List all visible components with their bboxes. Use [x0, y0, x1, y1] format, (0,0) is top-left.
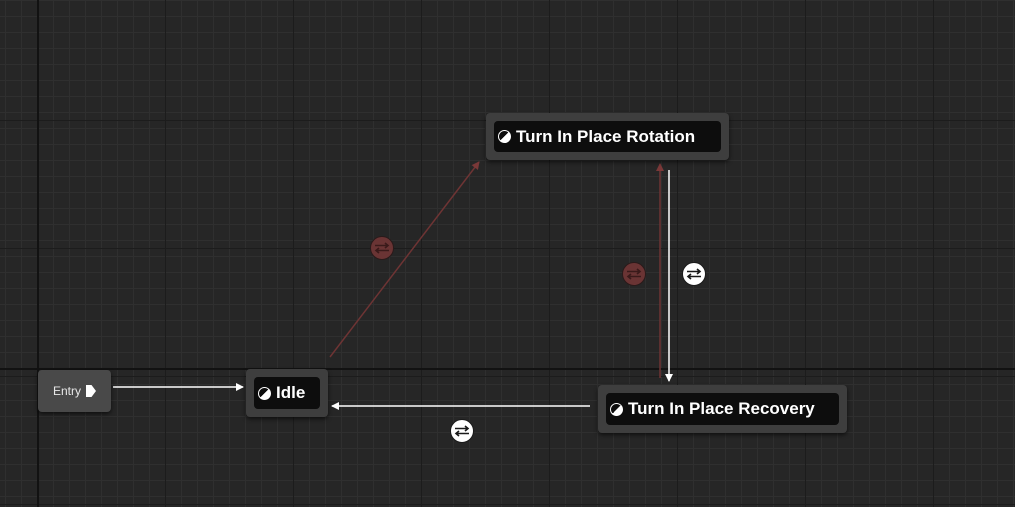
transition-wires [113, 161, 673, 410]
state-label: Turn In Place Rotation [516, 126, 696, 146]
transition-icon-recovery-to-rotation[interactable] [622, 262, 646, 286]
state-label: Turn In Place Recovery [628, 399, 815, 418]
entry-label: Entry [52, 384, 81, 398]
state-node-recovery-title: Turn In Place Recovery [606, 393, 839, 425]
entry-node[interactable]: Entry [38, 370, 111, 412]
transition-icon-rotation-to-recovery[interactable] [682, 262, 706, 286]
state-node-turn-in-place-rotation[interactable]: Turn In Place Rotation [486, 113, 729, 160]
state-icon [498, 130, 511, 143]
state-node-turn-in-place-recovery[interactable]: Turn In Place Recovery [598, 385, 847, 433]
state-icon [610, 402, 623, 416]
state-node-idle-title: Idle [254, 377, 320, 409]
state-label: Idle [276, 383, 306, 402]
transition-icon-idle-to-rotation[interactable] [370, 236, 394, 260]
state-node-rotation-title: Turn In Place Rotation [494, 121, 721, 152]
state-icon [258, 386, 271, 400]
entry-arrow-icon [86, 385, 96, 397]
transition-icon-recovery-to-idle[interactable] [450, 419, 474, 443]
idle-to-rotation-wire [329, 161, 480, 358]
transition-arrows-icon [454, 425, 470, 437]
transition-arrows-icon [626, 268, 642, 280]
state-machine-graph[interactable]: Entry Idle Turn In Place Rotation Turn I… [0, 0, 1015, 507]
state-node-idle[interactable]: Idle [246, 369, 328, 417]
transition-arrows-icon [374, 242, 390, 254]
transition-arrows-icon [686, 268, 702, 280]
